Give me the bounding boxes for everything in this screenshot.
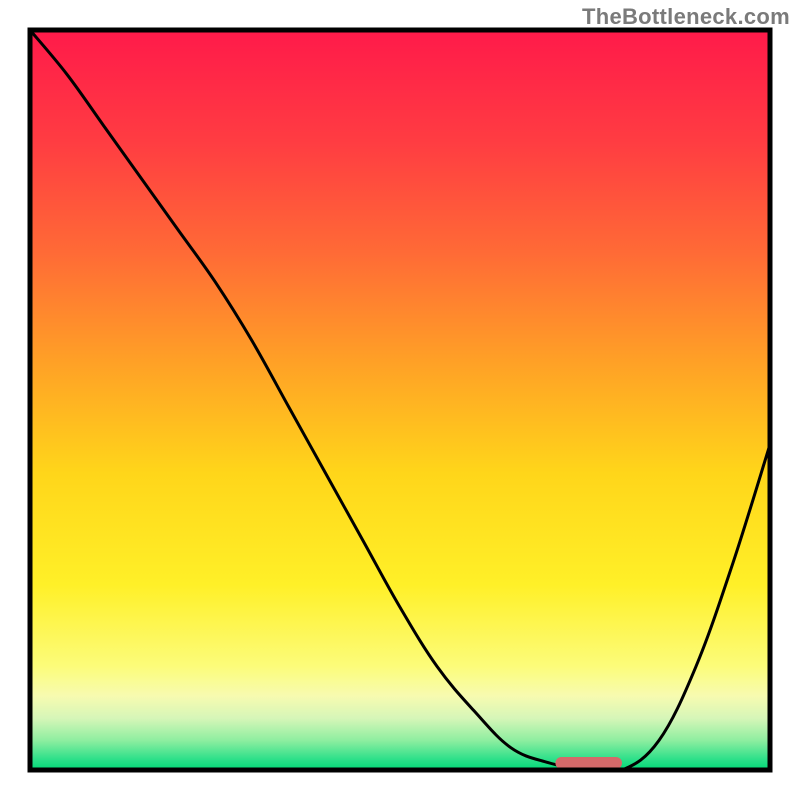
chart-background-gradient xyxy=(30,30,770,770)
bottleneck-chart xyxy=(0,0,800,800)
optimal-zone-marker xyxy=(555,757,622,769)
attribution-label: TheBottleneck.com xyxy=(582,4,790,30)
chart-container: TheBottleneck.com xyxy=(0,0,800,800)
